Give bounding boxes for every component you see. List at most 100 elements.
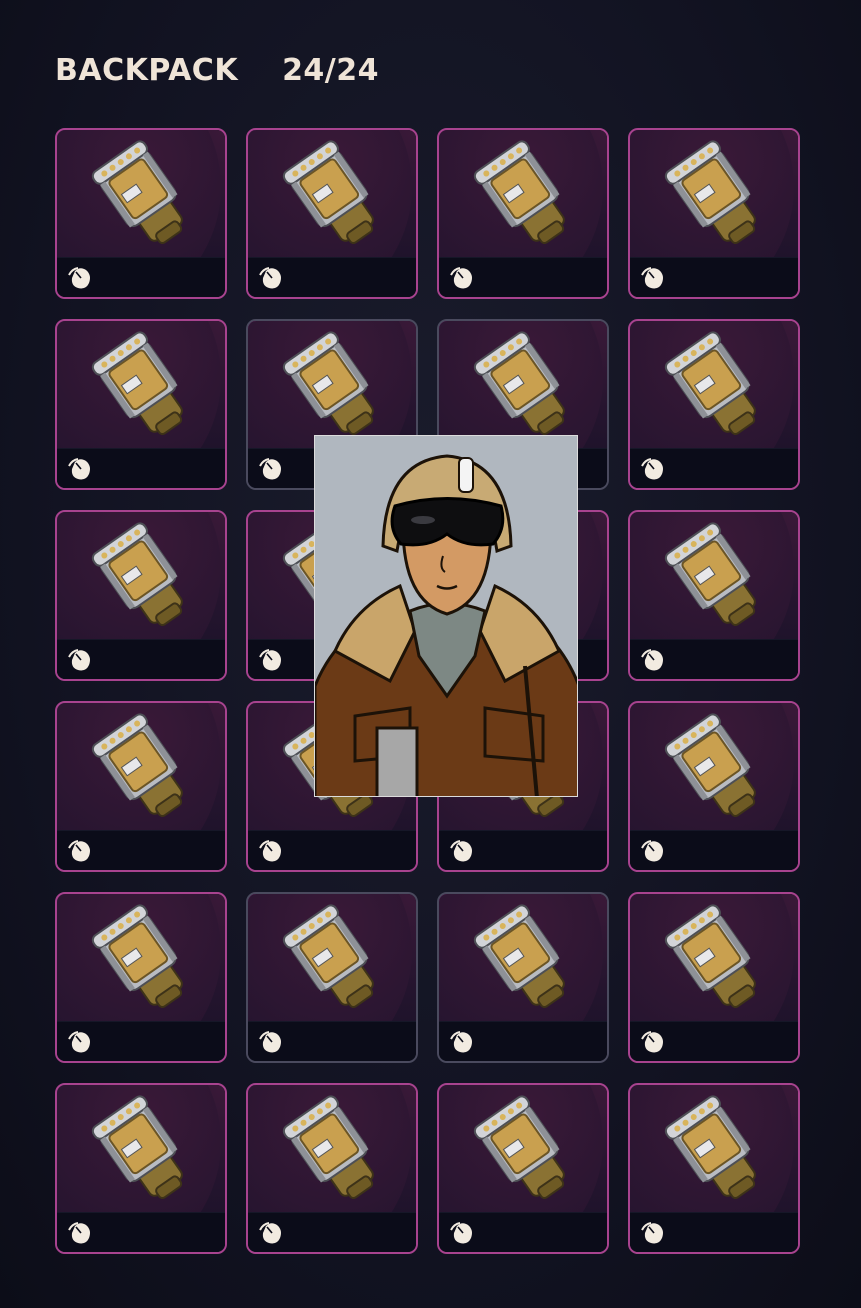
inventory-slot[interactable] <box>55 128 227 299</box>
slot-action-bar <box>57 830 225 870</box>
canister-icon <box>91 1095 183 1200</box>
slot-action-bar <box>630 830 798 870</box>
mouse-icon <box>258 457 284 481</box>
slot-action-bar <box>248 1212 416 1252</box>
canister-item <box>89 711 199 829</box>
pilot-portrait <box>314 435 578 797</box>
canister-item <box>89 902 199 1020</box>
mouse-icon <box>449 1221 475 1245</box>
mouse-icon <box>640 457 666 481</box>
mouse-icon <box>640 1221 666 1245</box>
mouse-icon <box>640 839 666 863</box>
canister-item <box>662 520 772 638</box>
canister-icon <box>91 140 183 245</box>
inventory-slot[interactable] <box>628 1083 800 1254</box>
slot-action-bar <box>630 639 798 679</box>
canister-item <box>471 1093 581 1211</box>
canister-item <box>471 329 581 447</box>
mouse-icon <box>259 840 281 862</box>
inventory-slot[interactable] <box>628 510 800 681</box>
pilot-portrait-image <box>315 436 577 796</box>
canister-icon <box>282 904 374 1009</box>
backpack-header: BACKPACK 24/24 <box>55 50 379 90</box>
item-rarity-art <box>439 894 607 1024</box>
inventory-slot[interactable] <box>437 892 609 1063</box>
canister-icon <box>91 713 183 818</box>
mouse-icon <box>449 266 475 290</box>
canister-item <box>89 329 199 447</box>
inventory-slot[interactable] <box>628 701 800 872</box>
canister-icon <box>473 140 565 245</box>
slot-action-bar <box>630 448 798 488</box>
mouse-icon <box>641 1031 663 1053</box>
slot-action-bar <box>57 257 225 297</box>
canister-item <box>662 711 772 829</box>
inventory-slot[interactable] <box>437 1083 609 1254</box>
canister-icon <box>282 331 374 436</box>
inventory-slot[interactable] <box>628 319 800 490</box>
canister-icon <box>664 522 756 627</box>
inventory-slot[interactable] <box>55 701 227 872</box>
canister-item <box>471 138 581 256</box>
canister-item <box>89 1093 199 1211</box>
canister-icon <box>664 904 756 1009</box>
mouse-icon <box>259 649 281 671</box>
item-rarity-art <box>630 130 798 260</box>
mouse-icon <box>640 266 666 290</box>
slot-action-bar <box>439 1021 607 1061</box>
mouse-icon <box>258 648 284 672</box>
inventory-slot[interactable] <box>55 510 227 681</box>
mouse-icon <box>449 839 475 863</box>
canister-icon <box>473 1095 565 1200</box>
canister-item <box>280 902 390 1020</box>
item-rarity-art <box>439 321 607 451</box>
mouse-icon <box>67 648 93 672</box>
canister-icon <box>91 522 183 627</box>
mouse-icon <box>67 839 93 863</box>
mouse-icon <box>450 1031 472 1053</box>
inventory-slot[interactable] <box>628 128 800 299</box>
mouse-icon <box>67 266 93 290</box>
mouse-icon <box>68 840 90 862</box>
canister-icon <box>91 904 183 1009</box>
mouse-icon <box>258 266 284 290</box>
item-rarity-art <box>57 130 225 260</box>
mouse-icon <box>68 458 90 480</box>
slot-action-bar <box>439 830 607 870</box>
backpack-title: BACKPACK <box>55 52 239 88</box>
slot-action-bar <box>630 1021 798 1061</box>
mouse-icon <box>68 267 90 289</box>
backpack-capacity: 24/24 <box>282 52 380 88</box>
canister-icon <box>473 331 565 436</box>
inventory-slot[interactable] <box>246 1083 418 1254</box>
slot-action-bar <box>439 1212 607 1252</box>
mouse-icon <box>641 840 663 862</box>
mouse-icon <box>259 458 281 480</box>
mouse-icon <box>450 267 472 289</box>
item-rarity-art <box>630 894 798 1024</box>
item-rarity-art <box>248 321 416 451</box>
mouse-icon <box>258 839 284 863</box>
slot-action-bar <box>57 448 225 488</box>
inventory-slot[interactable] <box>246 892 418 1063</box>
mouse-icon <box>259 1031 281 1053</box>
slot-action-bar <box>57 1212 225 1252</box>
mouse-icon <box>258 1030 284 1054</box>
item-rarity-art <box>630 1085 798 1215</box>
mouse-icon <box>68 1031 90 1053</box>
inventory-slot[interactable] <box>55 892 227 1063</box>
item-rarity-art <box>57 703 225 833</box>
inventory-slot[interactable] <box>628 892 800 1063</box>
mouse-icon <box>641 458 663 480</box>
inventory-slot[interactable] <box>437 128 609 299</box>
inventory-slot[interactable] <box>55 1083 227 1254</box>
item-rarity-art <box>57 894 225 1024</box>
canister-icon <box>282 140 374 245</box>
inventory-slot[interactable] <box>55 319 227 490</box>
item-rarity-art <box>248 130 416 260</box>
inventory-slot[interactable] <box>246 128 418 299</box>
canister-item <box>662 902 772 1020</box>
item-rarity-art <box>439 1085 607 1215</box>
canister-icon <box>91 331 183 436</box>
canister-item <box>280 1093 390 1211</box>
